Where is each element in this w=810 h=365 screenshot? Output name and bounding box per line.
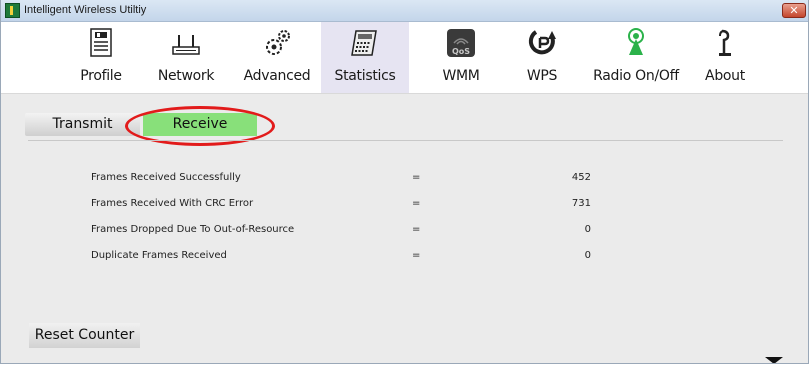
- toolbar-statistics[interactable]: Statistics: [321, 22, 409, 93]
- close-button[interactable]: ✕: [782, 3, 806, 18]
- toolbar-label: Profile: [80, 68, 122, 84]
- title-bar: Intelligent Wireless Utiltiy ✕: [1, 0, 808, 22]
- profile-icon: [90, 28, 112, 57]
- toolbar-network[interactable]: Network: [148, 22, 224, 93]
- network-icon: [172, 35, 200, 55]
- stat-value: 0: [584, 224, 591, 235]
- toolbar-label: WPS: [526, 68, 558, 84]
- toolbar-radio[interactable]: Radio On/Off: [586, 22, 686, 93]
- toolbar-advanced[interactable]: Advanced: [237, 22, 317, 93]
- toolbar-label: About: [705, 68, 745, 84]
- stat-equals: =: [412, 250, 421, 261]
- stat-label: Frames Dropped Due To Out-of-Resource: [91, 224, 295, 235]
- toolbar-label: Advanced: [243, 68, 311, 84]
- stat-row: Frames Received Successfully = 452: [1, 172, 808, 188]
- toolbar-wmm[interactable]: QoS WMM: [431, 22, 491, 93]
- stat-value: 731: [571, 198, 591, 209]
- toolbar-label: WMM: [442, 68, 480, 84]
- gears-icon: [266, 30, 290, 55]
- toolbar-profile[interactable]: Profile: [66, 22, 136, 93]
- qos-icon: QoS: [447, 29, 475, 57]
- about-icon: [719, 29, 731, 56]
- scroll-down-arrow-icon[interactable]: [765, 357, 783, 363]
- reset-counter-button[interactable]: Reset Counter: [29, 323, 140, 348]
- window-title: Intelligent Wireless Utiltiy: [24, 4, 147, 16]
- stat-value: 0: [584, 250, 591, 261]
- stat-equals: =: [412, 198, 421, 209]
- tab-transmit[interactable]: Transmit: [25, 113, 140, 136]
- toolbar-label: Network: [157, 68, 215, 84]
- wps-icon: [528, 30, 556, 55]
- stat-value: 452: [571, 172, 591, 183]
- stat-row: Frames Dropped Due To Out-of-Resource = …: [1, 224, 808, 240]
- radio-icon: [628, 28, 644, 55]
- stat-row: Frames Received With CRC Error = 731: [1, 198, 808, 214]
- tab-divider: [28, 140, 783, 141]
- toolbar-label: Radio On/Off: [593, 68, 679, 84]
- toolbar-wps[interactable]: WPS: [517, 22, 567, 93]
- toolbar-about[interactable]: About: [701, 22, 749, 93]
- stat-row: Duplicate Frames Received = 0: [1, 250, 808, 266]
- stat-label: Frames Received Successfully: [91, 172, 241, 183]
- main-toolbar: Profile Network Advanced Statistics QoS …: [1, 22, 808, 94]
- stat-label: Frames Received With CRC Error: [91, 198, 254, 209]
- stat-equals: =: [412, 172, 421, 183]
- app-window: Intelligent Wireless Utiltiy ✕ Profile N…: [0, 0, 809, 364]
- stat-label: Duplicate Frames Received: [91, 250, 227, 261]
- toolbar-label: Statistics: [334, 68, 396, 84]
- statistics-icon: [351, 30, 377, 56]
- stat-equals: =: [412, 224, 421, 235]
- statistics-panel: Transmit Receive Frames Received Success…: [1, 94, 808, 363]
- qos-badge-text: QoS: [452, 47, 470, 56]
- app-icon: [5, 3, 20, 18]
